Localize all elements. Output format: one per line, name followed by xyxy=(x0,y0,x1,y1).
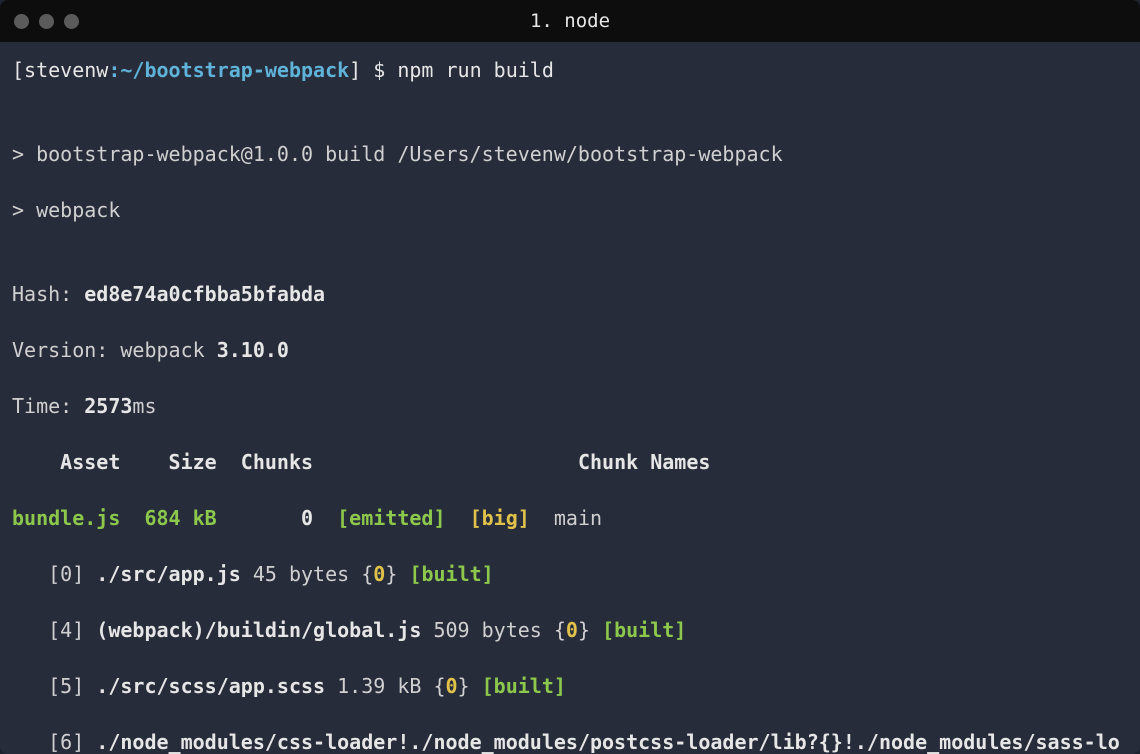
brace: { xyxy=(554,618,566,642)
module-size: 509 bytes xyxy=(421,618,553,642)
module-size: 45 bytes xyxy=(241,562,361,586)
module-row: [5] ./src/scss/app.scss 1.39 kB {0} [bui… xyxy=(12,672,1128,700)
terminal-window: 1. node [stevenw:~/bootstrap-webpack] $ … xyxy=(0,0,1140,754)
npm-script-line: > bootstrap-webpack@1.0.0 build /Users/s… xyxy=(12,140,1128,168)
brace: } xyxy=(385,562,397,586)
module-path: ./src/app.js xyxy=(96,562,241,586)
module-path: ./node_modules/css-loader!./node_modules… xyxy=(12,730,1120,754)
module-row: [6] ./node_modules/css-loader!./node_mod… xyxy=(12,728,1128,754)
traffic-lights xyxy=(14,14,79,29)
module-chunk: 0 xyxy=(446,674,458,698)
built-tag: [built] xyxy=(470,674,566,698)
titlebar: 1. node xyxy=(0,0,1140,42)
brace: } xyxy=(458,674,470,698)
module-id: [6] xyxy=(12,730,96,754)
maximize-button[interactable] xyxy=(64,14,79,29)
module-path: (webpack)/buildin/global.js xyxy=(96,618,421,642)
hash-label: Hash: xyxy=(12,282,84,306)
version-line: Version: webpack 3.10.0 xyxy=(12,336,1128,364)
module-chunk: 0 xyxy=(566,618,578,642)
hash-line: Hash: ed8e74a0cfbba5bfabda xyxy=(12,280,1128,308)
asset-row: bundle.js 684 kB 0 [emitted] [big] main xyxy=(12,504,1128,532)
header-asset: Asset xyxy=(12,450,120,474)
window-title: 1. node xyxy=(530,10,610,32)
asset-name: bundle.js xyxy=(12,506,120,530)
time-label: Time: xyxy=(12,394,84,418)
version-value: 3.10.0 xyxy=(217,338,289,362)
module-row: [0] ./src/app.js 45 bytes {0} [built] xyxy=(12,560,1128,588)
module-id: [0] xyxy=(12,562,96,586)
module-path: ./src/scss/app.scss xyxy=(96,674,325,698)
header-size: Size xyxy=(120,450,216,474)
asset-chunk: 0 xyxy=(217,506,313,530)
chunk-name: main xyxy=(530,506,602,530)
prompt-colon: : xyxy=(108,58,120,82)
module-chunk: 0 xyxy=(373,562,385,586)
header-chunks: Chunks xyxy=(217,450,313,474)
version-label: Version: webpack xyxy=(12,338,217,362)
module-size: 1.39 kB xyxy=(325,674,433,698)
header-gap xyxy=(313,450,554,474)
time-unit: ms xyxy=(132,394,156,418)
hash-value: ed8e74a0cfbba5bfabda xyxy=(84,282,325,306)
brace: { xyxy=(433,674,445,698)
built-tag: [built] xyxy=(590,618,686,642)
close-button[interactable] xyxy=(14,14,29,29)
command-text: npm run build xyxy=(397,58,554,82)
prompt-user: stevenw xyxy=(24,58,108,82)
header-chunk-names: Chunk Names xyxy=(554,450,711,474)
module-row: [4] (webpack)/buildin/global.js 509 byte… xyxy=(12,616,1128,644)
module-id: [5] xyxy=(12,674,96,698)
big-tag: [big] xyxy=(445,506,529,530)
emitted-tag: [emitted] xyxy=(313,506,445,530)
terminal-output[interactable]: [stevenw:~/bootstrap-webpack] $ npm run … xyxy=(0,42,1140,754)
table-header: Asset Size Chunks Chunk Names xyxy=(12,448,1128,476)
prompt-path: ~/bootstrap-webpack xyxy=(120,58,349,82)
module-id: [4] xyxy=(12,618,96,642)
asset-size: 684 kB xyxy=(120,506,216,530)
prompt-symbol: $ xyxy=(361,58,397,82)
brace: { xyxy=(361,562,373,586)
brace: } xyxy=(578,618,590,642)
time-line: Time: 2573ms xyxy=(12,392,1128,420)
time-value: 2573 xyxy=(84,394,132,418)
built-tag: [built] xyxy=(397,562,493,586)
minimize-button[interactable] xyxy=(39,14,54,29)
bracket: ] xyxy=(349,58,361,82)
npm-script-line: > webpack xyxy=(12,196,1128,224)
bracket: [ xyxy=(12,58,24,82)
prompt-line: [stevenw:~/bootstrap-webpack] $ npm run … xyxy=(12,56,1128,84)
